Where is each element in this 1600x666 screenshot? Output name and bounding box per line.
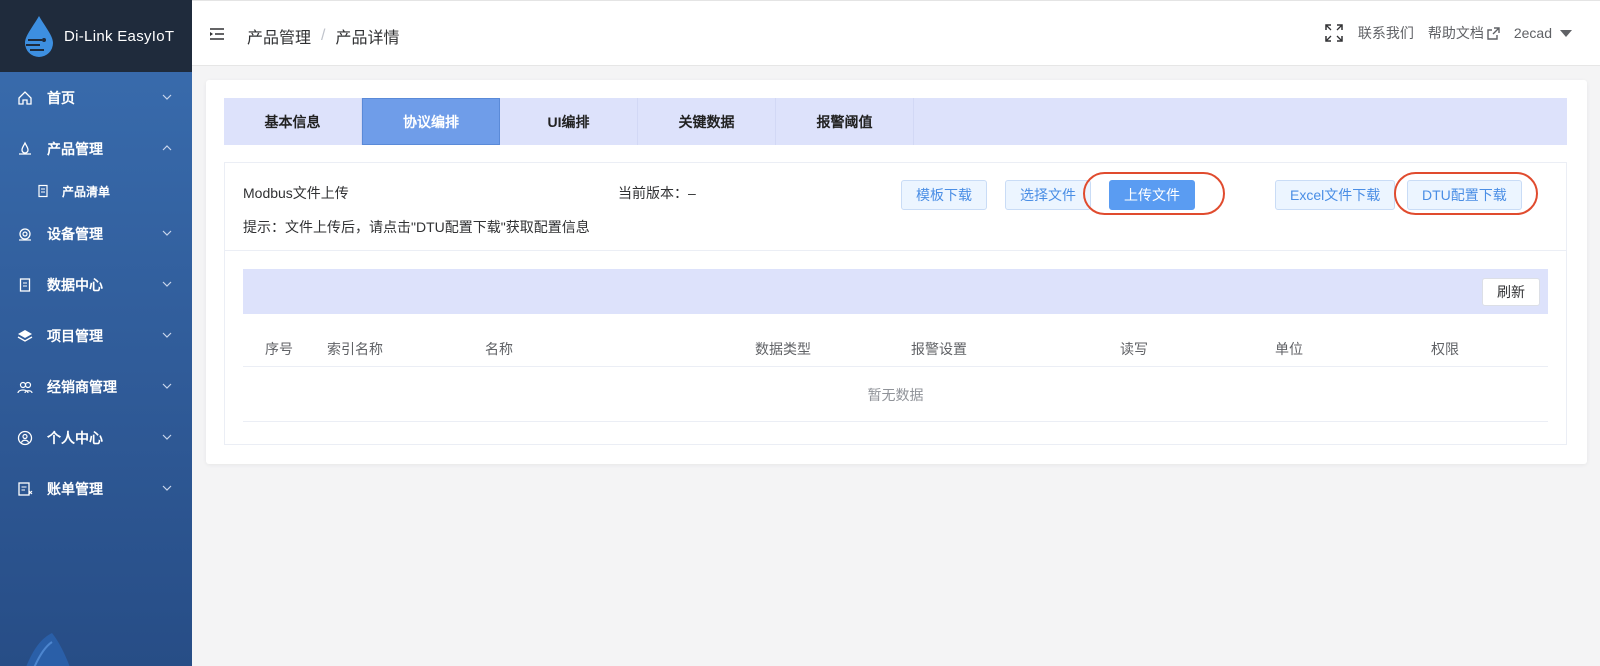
upload-hint: 提示：文件上传后，请点击"DTU配置下载"获取配置信息	[243, 219, 590, 235]
refresh-button[interactable]: 刷新	[1482, 278, 1540, 306]
sidebar-item-label: 首页	[47, 89, 75, 106]
protocol-panel: Modbus文件上传 提示：文件上传后，请点击"DTU配置下载"获取配置信息 当…	[224, 162, 1567, 445]
tab-protocol[interactable]: 协议编排	[362, 98, 500, 145]
column-header: 序号	[265, 341, 293, 357]
column-header: 报警设置	[911, 341, 967, 357]
external-link-icon	[1487, 26, 1500, 40]
tab-key-data[interactable]: 关键数据	[638, 98, 776, 145]
upload-section: Modbus文件上传 提示：文件上传后，请点击"DTU配置下载"获取配置信息 当…	[225, 163, 1566, 251]
caret-down-icon	[1560, 29, 1572, 37]
sidebar-item-dealer[interactable]: 经销商管理	[0, 361, 192, 412]
user-icon	[17, 430, 33, 446]
sidebar-item-device[interactable]: 设备管理	[0, 208, 192, 259]
logo-bar: Di-Link EasyIoT	[0, 0, 192, 72]
sidebar-item-data-center[interactable]: 数据中心	[0, 259, 192, 310]
sidebar-item-bill[interactable]: 账单管理	[0, 463, 192, 514]
template-download-button[interactable]: 模板下载	[901, 180, 987, 210]
sidebar-item-label: 设备管理	[47, 225, 103, 242]
choose-file-button[interactable]: 选择文件	[1005, 180, 1091, 210]
sidebar-item-label: 账单管理	[47, 480, 103, 497]
current-version: 当前版本：–	[618, 185, 696, 201]
breadcrumb: 产品管理 / 产品详情	[247, 24, 399, 48]
bill-icon	[17, 481, 33, 497]
user-name: 2ecad	[1513, 25, 1552, 41]
menu-fold-icon[interactable]	[210, 28, 224, 40]
tab-alarm-threshold[interactable]: 报警阈值	[776, 98, 914, 145]
chevron-down-icon	[162, 281, 172, 287]
help-docs-link[interactable]: 帮助文档	[1428, 23, 1500, 43]
column-header: 读写	[1120, 341, 1148, 357]
data-icon	[17, 277, 33, 293]
sidebar-item-label: 数据中心	[47, 276, 103, 293]
excel-download-button[interactable]: Excel文件下载	[1275, 180, 1396, 210]
highlight-ring-upload	[1083, 172, 1225, 215]
sidebar-item-home[interactable]: 首页	[0, 72, 192, 123]
chevron-down-icon	[162, 485, 172, 491]
sidebar-item-personal[interactable]: 个人中心	[0, 412, 192, 463]
app-name: Di-Link EasyIoT	[64, 27, 175, 45]
sidebar-item-label: 经销商管理	[47, 378, 117, 395]
help-docs-label: 帮助文档	[1427, 25, 1484, 41]
sidebar-item-label: 项目管理	[47, 327, 103, 344]
sidebar-item-project[interactable]: 项目管理	[0, 310, 192, 361]
tab-ui-layout[interactable]: UI编排	[500, 98, 638, 145]
dealer-icon	[17, 379, 33, 395]
sidebar: Di-Link EasyIoT 首页 产品管理 产品清单 设备管理 数据中心 项…	[0, 0, 192, 666]
table-toolbar: 刷新	[243, 269, 1548, 314]
sidebar-item-product[interactable]: 产品管理	[0, 123, 192, 174]
fullscreen-icon[interactable]	[1324, 23, 1344, 43]
product-detail-card: 基本信息 协议编排 UI编排 关键数据 报警阈值 Modbus文件上传 提示：文…	[206, 80, 1587, 464]
tab-basic-info[interactable]: 基本信息	[224, 98, 362, 145]
breadcrumb-separator: /	[321, 27, 326, 44]
decorative-wave-icon	[26, 633, 70, 666]
chevron-down-icon	[162, 230, 172, 236]
column-header: 索引名称	[327, 341, 383, 357]
upload-title: Modbus文件上传	[243, 185, 349, 201]
highlight-ring-dtu	[1394, 172, 1538, 215]
chevron-down-icon	[162, 434, 172, 440]
header-actions: 联系我们 帮助文档 2ecad	[1310, 23, 1572, 43]
breadcrumb-item-product-management[interactable]: 产品管理	[247, 24, 311, 48]
device-icon	[17, 226, 33, 242]
chevron-up-icon	[162, 144, 172, 150]
chevron-down-icon	[162, 332, 172, 338]
water-drop-logo-icon	[22, 14, 56, 58]
top-header: 产品管理 / 产品详情 联系我们 帮助文档 2ecad	[192, 0, 1600, 66]
sidebar-item-label: 产品管理	[47, 140, 103, 157]
empty-table-message: 暂无数据	[243, 368, 1548, 422]
contact-us-link[interactable]: 联系我们	[1358, 23, 1414, 43]
sidebar-subitem-label: 产品清单	[62, 184, 111, 199]
column-header: 权限	[1431, 341, 1459, 357]
chevron-down-icon	[162, 94, 172, 100]
list-icon	[36, 184, 50, 198]
sidebar-subitem-product-list[interactable]: 产品清单	[0, 174, 192, 208]
column-header: 单位	[1275, 341, 1303, 357]
sidebar-item-label: 个人中心	[47, 429, 103, 446]
layers-icon	[17, 328, 33, 344]
table-header: 序号 索引名称 名称 数据类型 报警设置 读写 单位 权限	[243, 331, 1548, 367]
column-header: 数据类型	[755, 341, 811, 357]
detail-tabs: 基本信息 协议编排 UI编排 关键数据 报警阈值	[224, 98, 1567, 145]
product-icon	[17, 141, 33, 157]
user-menu[interactable]: 2ecad	[1514, 25, 1572, 41]
breadcrumb-item-product-detail: 产品详情	[335, 30, 400, 47]
column-header: 名称	[485, 341, 513, 357]
chevron-down-icon	[162, 383, 172, 389]
home-icon	[17, 90, 33, 106]
